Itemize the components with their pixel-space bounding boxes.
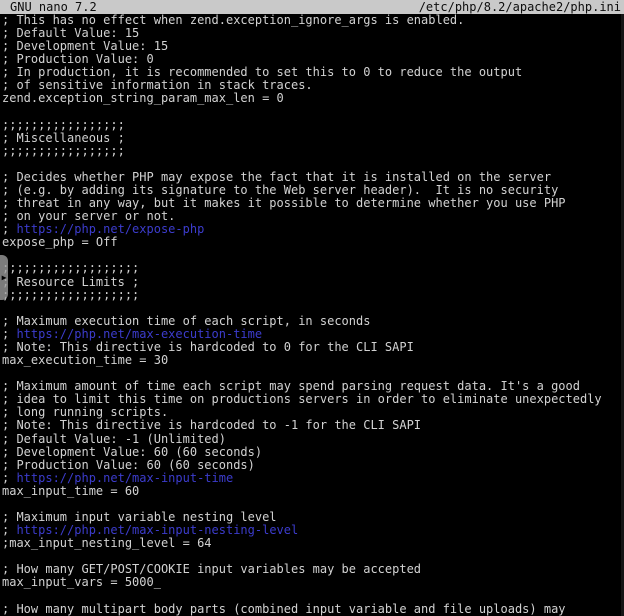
line-text: ; of sensitive information in stack trac… (2, 78, 313, 92)
line-text: max_input_time = 60 (2, 484, 139, 498)
nano-titlebar: GNU nano 7.2 /etc/php/8.2/apache2/php.in… (0, 0, 624, 14)
panel-reveal-handle[interactable]: ▶ (0, 255, 8, 300)
editor-line: ; How many multipart body parts (combine… (2, 603, 624, 616)
line-text: ; How many GET/POST/COOKIE input variabl… (2, 562, 421, 576)
line-text: ; This has no effect when zend.exception… (2, 13, 464, 27)
line-text: ; Note: This directive is hardcoded to -… (2, 418, 421, 432)
line-text: ;;;;;;;;;;;;;;;;;;; (2, 288, 139, 302)
line-text: ; Resource Limits ; (2, 275, 139, 289)
line-text: ; long running scripts. (2, 405, 168, 419)
comment-prefix: ; (2, 471, 16, 485)
line-text: ; Production Value: 0 (2, 52, 154, 66)
line-text: ; Decides whether PHP may expose the fac… (2, 170, 551, 184)
file-path: /etc/php/8.2/apache2/php.ini (419, 0, 621, 14)
editor-line: ;max_input_nesting_level = 64 (2, 537, 624, 550)
comment-prefix: ; (2, 222, 16, 236)
editor-text-area[interactable]: ; This has no effect when zend.exception… (0, 14, 624, 616)
nano-version-label: GNU nano 7.2 (10, 0, 97, 14)
line-text: ; Default Value: -1 (Unlimited) (2, 432, 226, 446)
line-text: ; Maximum execution time of each script,… (2, 314, 370, 328)
line-text: expose_php = Off (2, 235, 118, 249)
line-text: ; Miscellaneous ; (2, 131, 125, 145)
line-text: ; Production Value: 60 (60 seconds) (2, 458, 255, 472)
comment-prefix: ; (2, 523, 16, 537)
comment-prefix: ; (2, 327, 16, 341)
line-text: ; Maximum input variable nesting level (2, 510, 277, 524)
editor-line: max_input_time = 60 (2, 485, 624, 498)
line-text: max_execution_time = 30 (2, 353, 168, 367)
editor-line: ;;;;;;;;;;;;;;;;; (2, 145, 624, 158)
terminal-window: GNU nano 7.2 /etc/php/8.2/apache2/php.in… (0, 0, 624, 616)
line-text: ; How many multipart body parts (combine… (2, 602, 566, 616)
url-text: https://php.net/max-input-nesting-level (16, 523, 298, 537)
url-text: https://php.net/max-execution-time (16, 327, 262, 341)
url-text: https://php.net/max-input-time (16, 471, 233, 485)
line-text: ; threat in any way, but it makes it pos… (2, 196, 566, 210)
line-text: ; Note: This directive is hardcoded to 0… (2, 340, 414, 354)
line-text: ;max_input_nesting_level = 64 (2, 536, 212, 550)
line-text: ; idea to limit this time on productions… (2, 392, 602, 406)
line-text: zend.exception_string_param_max_len = 0 (2, 91, 284, 105)
line-text: ; on your server or not. (2, 209, 175, 223)
line-text: ; In production, it is recommended to se… (2, 65, 522, 79)
line-text: ; Development Value: 15 (2, 39, 168, 53)
chevron-right-icon: ▶ (2, 274, 7, 282)
editor-line: max_execution_time = 30 (2, 354, 624, 367)
editor-line: max_input_vars = 5000_ (2, 576, 624, 589)
editor-line: ;;;;;;;;;;;;;;;;;;; (2, 289, 624, 302)
line-text: ;;;;;;;;;;;;;;;;; (2, 118, 125, 132)
url-text: https://php.net/expose-php (16, 222, 204, 236)
line-text: ; Maximum amount of time each script may… (2, 379, 580, 393)
line-text: max_input_vars = 5000 (2, 575, 154, 589)
line-text: ; (e.g. by adding its signature to the W… (2, 183, 558, 197)
line-text: ; Development Value: 60 (60 seconds) (2, 445, 262, 459)
line-text: ;;;;;;;;;;;;;;;;;;; (2, 261, 139, 275)
line-text: ; Default Value: 15 (2, 26, 139, 40)
editor-line: expose_php = Off (2, 236, 624, 249)
editor-line: zend.exception_string_param_max_len = 0 (2, 92, 624, 105)
text-cursor: _ (154, 575, 161, 589)
line-text: ;;;;;;;;;;;;;;;;; (2, 144, 125, 158)
